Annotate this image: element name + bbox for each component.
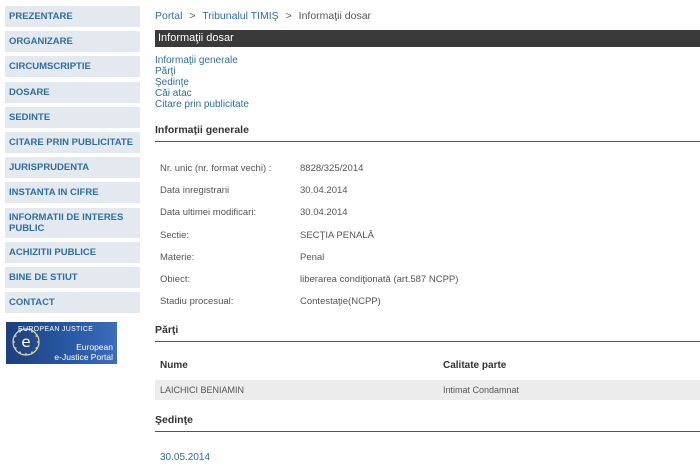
info-row-data-inregistrarii: Data inregistrarii 30.04.2014 xyxy=(160,185,348,196)
nav-item-prezentare[interactable]: PREZENTARE xyxy=(5,6,140,27)
logo-line-2: e-Justice Portal xyxy=(54,351,113,362)
anchor-parti[interactable]: Părţi xyxy=(155,66,249,77)
party-name: LAICHICI BENIAMIN xyxy=(160,385,245,395)
info-row-materie: Materie: Penal xyxy=(160,252,324,263)
nav-item-citare-prin-publicitate[interactable]: CITARE PRIN PUBLICITATE xyxy=(5,131,140,153)
info-label: Nr. unic (nr. format vechi) : xyxy=(160,163,272,174)
info-label: Stadiu procesual: xyxy=(160,296,234,307)
info-row-sectie: Sectie: SECŢIA PENALĂ xyxy=(160,230,374,241)
party-role: Intimat Condamnat xyxy=(443,385,520,395)
breadcrumb-separator: > xyxy=(189,10,196,22)
table-row: LAICHICI BENIAMIN Intimat Condamnat xyxy=(155,380,700,400)
page-title: Informaţii dosar xyxy=(158,32,234,44)
info-label: Data inregistrarii xyxy=(160,185,230,196)
anchor-sedinte[interactable]: Şedinţe xyxy=(155,77,249,88)
info-value: SECŢIA PENALĂ xyxy=(300,230,374,241)
nav-item-instanta-in-cifre[interactable]: INSTANTA IN CIFRE xyxy=(5,182,140,204)
info-row-data-ultimei-modificari: Data ultimei modificari: 30.04.2014 xyxy=(160,207,348,218)
nav-item-informatii-interes-public[interactable]: INFORMATII DE INTERES PUBLIC xyxy=(5,207,140,238)
info-label: Obiect: xyxy=(160,274,191,285)
info-value: 30.04.2014 xyxy=(300,207,348,218)
section-heading-sedinte: Şedinţe xyxy=(155,414,700,432)
anchor-cai-atac[interactable]: Căi atac xyxy=(155,88,249,99)
breadcrumb-current: Informaţii dosar xyxy=(298,10,372,22)
info-row-stadiu-procesual: Stadiu procesual: Contestaţie(NCPP) xyxy=(160,296,381,307)
nav-item-bine-de-stiut[interactable]: BINE DE STIUT xyxy=(5,266,140,288)
nav-item-sedinte[interactable]: SEDINTE xyxy=(5,106,140,128)
logo-top-text: European Justice xyxy=(18,326,94,333)
info-label: Sectie: xyxy=(160,230,190,241)
breadcrumb-portal-link[interactable]: Portal xyxy=(155,10,182,22)
section-heading-parti: Părţi xyxy=(155,324,700,342)
nav-item-circumscriptie[interactable]: CIRCUMSCRIPTIE xyxy=(5,56,140,78)
nav-item-organizare[interactable]: ORGANIZARE xyxy=(5,31,140,53)
section-anchor-links: Informaţii generale Părţi Şedinţe Căi at… xyxy=(155,55,249,110)
info-label: Data ultimei modificari: xyxy=(160,207,257,218)
info-value: 30.04.2014 xyxy=(300,185,348,196)
svg-text:e: e xyxy=(21,333,30,351)
info-row-nr-unic: Nr. unic (nr. format vechi) : 8828/325/20… xyxy=(160,163,363,174)
anchor-informatii-generale[interactable]: Informaţii generale xyxy=(155,55,249,66)
breadcrumb: Portal > Tribunalul TIMIŞ > Informaţii d… xyxy=(155,10,371,22)
sidebar-nav: PREZENTARE ORGANIZARE CIRCUMSCRIPTIE DOS… xyxy=(5,6,140,317)
nav-item-achizitii-publice[interactable]: ACHIZITII PUBLICE xyxy=(5,241,140,263)
info-value: Penal xyxy=(300,252,325,263)
info-value: 8828/325/2014 xyxy=(300,163,364,174)
info-label: Materie: xyxy=(160,252,195,263)
column-header-calitate-parte: Calitate parte xyxy=(443,360,507,371)
column-header-nume: Nume xyxy=(160,360,188,371)
info-value: liberarea condiţionată (art.587 NCPP) xyxy=(300,274,459,285)
page-title-bar: Informaţii dosar xyxy=(155,30,700,47)
logo-bottom-text: European e-Justice Portal xyxy=(54,342,113,362)
breadcrumb-court-link[interactable]: Tribunalul TIMIŞ xyxy=(202,10,278,22)
nav-item-jurisprudenta[interactable]: JURISPRUDENTA xyxy=(5,157,140,179)
info-value: Contestaţie(NCPP) xyxy=(300,296,381,307)
breadcrumb-separator: > xyxy=(285,10,292,22)
section-heading-informatii-generale: Informaţii generale xyxy=(155,124,700,142)
anchor-citare-prin-publicitate[interactable]: Citare prin publicitate xyxy=(155,99,249,110)
parti-table-header: Nume Calitate parte xyxy=(155,360,700,376)
nav-item-dosare[interactable]: DOSARE xyxy=(5,81,140,103)
sedinta-date-link[interactable]: 30.05.2014 xyxy=(160,452,210,463)
info-row-obiect: Obiect: liberarea condiţionată (art.587 N… xyxy=(160,274,458,285)
ejustice-portal-logo[interactable]: e European Justice European e-Justice Po… xyxy=(6,322,117,364)
nav-item-contact[interactable]: CONTACT xyxy=(5,292,140,314)
